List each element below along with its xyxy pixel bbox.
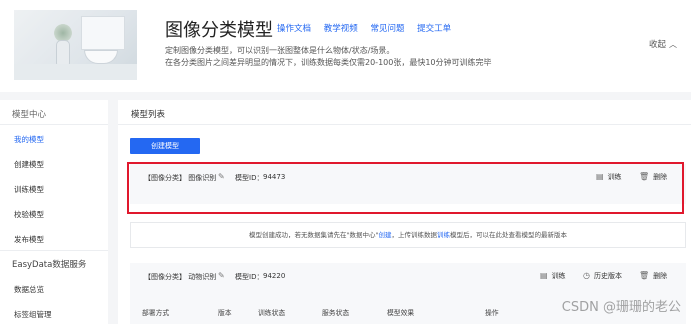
counter-shape (14, 64, 137, 80)
sidebar-item-train-model[interactable]: 训练模型 (14, 184, 44, 195)
train-button[interactable]: ▤ 训练 (540, 271, 566, 281)
model-card-header: 【图像分类】 动物识别 ✎ 模型ID： 94220 ▤ 训练 ◷ 历史版本 🗑 删除 (130, 263, 686, 289)
sidebar: 模型中心 我的模型 创建模型 训练模型 校验模型 发布模型 EasyData数据… (0, 100, 108, 324)
watermark: CSDN @珊珊的老公 (561, 300, 681, 315)
sidebar-item-label-groups[interactable]: 标签组管理 (14, 309, 52, 320)
ticket-link[interactable]: 提交工单 (417, 24, 451, 34)
edit-icon[interactable]: ✎ (218, 271, 225, 280)
history-button[interactable]: ◷ 历史版本 (583, 271, 622, 281)
column-header-service-status: 服务状态 (322, 309, 350, 317)
trash-icon: 🗑 (639, 271, 650, 280)
clock-icon: ◷ (583, 271, 590, 280)
train-icon: ▤ (540, 271, 548, 280)
basin-shape (84, 50, 118, 64)
model-tag: 【图像分类】 动物识别 (144, 273, 217, 281)
sidebar-item-my-models[interactable]: 我的模型 (14, 134, 44, 145)
model-id-label: 模型ID： (235, 273, 264, 281)
page-header: 图像分类模型 操作文档 教学视频 常见问题 提交工单 定制图像分类模型，可以识别… (0, 0, 691, 92)
divider (118, 124, 691, 125)
docs-link[interactable]: 操作文档 (277, 24, 311, 34)
banner-image (14, 10, 137, 80)
train-label: 训练 (551, 272, 566, 280)
highlight-box (127, 162, 684, 214)
history-label: 历史版本 (593, 272, 622, 280)
sidebar-item-create-model[interactable]: 创建模型 (14, 159, 44, 170)
sidebar-section-easydata: EasyData数据服务 (12, 260, 87, 270)
train-link[interactable]: 训练 (437, 231, 450, 239)
column-header-version: 版本 (218, 309, 232, 317)
collapse-label: 收起 (648, 40, 666, 50)
divider (0, 124, 108, 125)
collapse-button[interactable]: 收起 ︿ (649, 38, 677, 50)
vase-shape (56, 40, 70, 66)
notice-text: ，上传训练数据 (391, 231, 437, 239)
description-line-2: 在各分类图片之间差异明显的情况下，训练数据每类仅需20-100张，最快10分钟可… (165, 58, 492, 67)
notice-text: 模型创建成功，若无数据集请先在"数据中心" (249, 231, 379, 239)
create-success-notice: 模型创建成功，若无数据集请先在"数据中心"创建，上传训练数据训练模型后，可以在此… (130, 222, 686, 248)
video-link[interactable]: 教学视频 (324, 24, 358, 34)
panel-title: 模型列表 (131, 110, 166, 120)
description-line-1: 定制图像分类模型，可以识别一张图整体是什么物体/状态/场景。 (165, 46, 395, 55)
divider (0, 250, 108, 251)
sidebar-heading: 模型中心 (12, 110, 47, 120)
column-header-train-status: 训练状态 (258, 309, 286, 317)
chevron-up-icon: ︿ (669, 40, 677, 49)
window-shape (81, 16, 125, 50)
sidebar-item-data-overview[interactable]: 数据总览 (14, 284, 44, 295)
delete-button[interactable]: 🗑 删除 (639, 271, 667, 281)
page-title: 图像分类模型 (165, 20, 273, 41)
faq-link[interactable]: 常见问题 (370, 24, 404, 34)
sidebar-item-validate-model[interactable]: 校验模型 (14, 209, 44, 220)
create-dataset-link[interactable]: 创建 (378, 231, 391, 239)
column-header-actions: 操作 (485, 309, 499, 317)
sidebar-item-publish-model[interactable]: 发布模型 (14, 234, 44, 245)
notice-text: 模型后，可以在此处查看模型的最新版本 (449, 231, 567, 239)
column-header-model-effect: 模型效果 (387, 309, 415, 317)
create-model-button[interactable]: 创建模型 (130, 138, 200, 154)
delete-label: 删除 (653, 272, 668, 280)
model-id-value: 94220 (263, 272, 286, 280)
column-header-deploy: 部署方式 (142, 309, 170, 317)
header-links: 操作文档 教学视频 常见问题 提交工单 (277, 22, 461, 34)
